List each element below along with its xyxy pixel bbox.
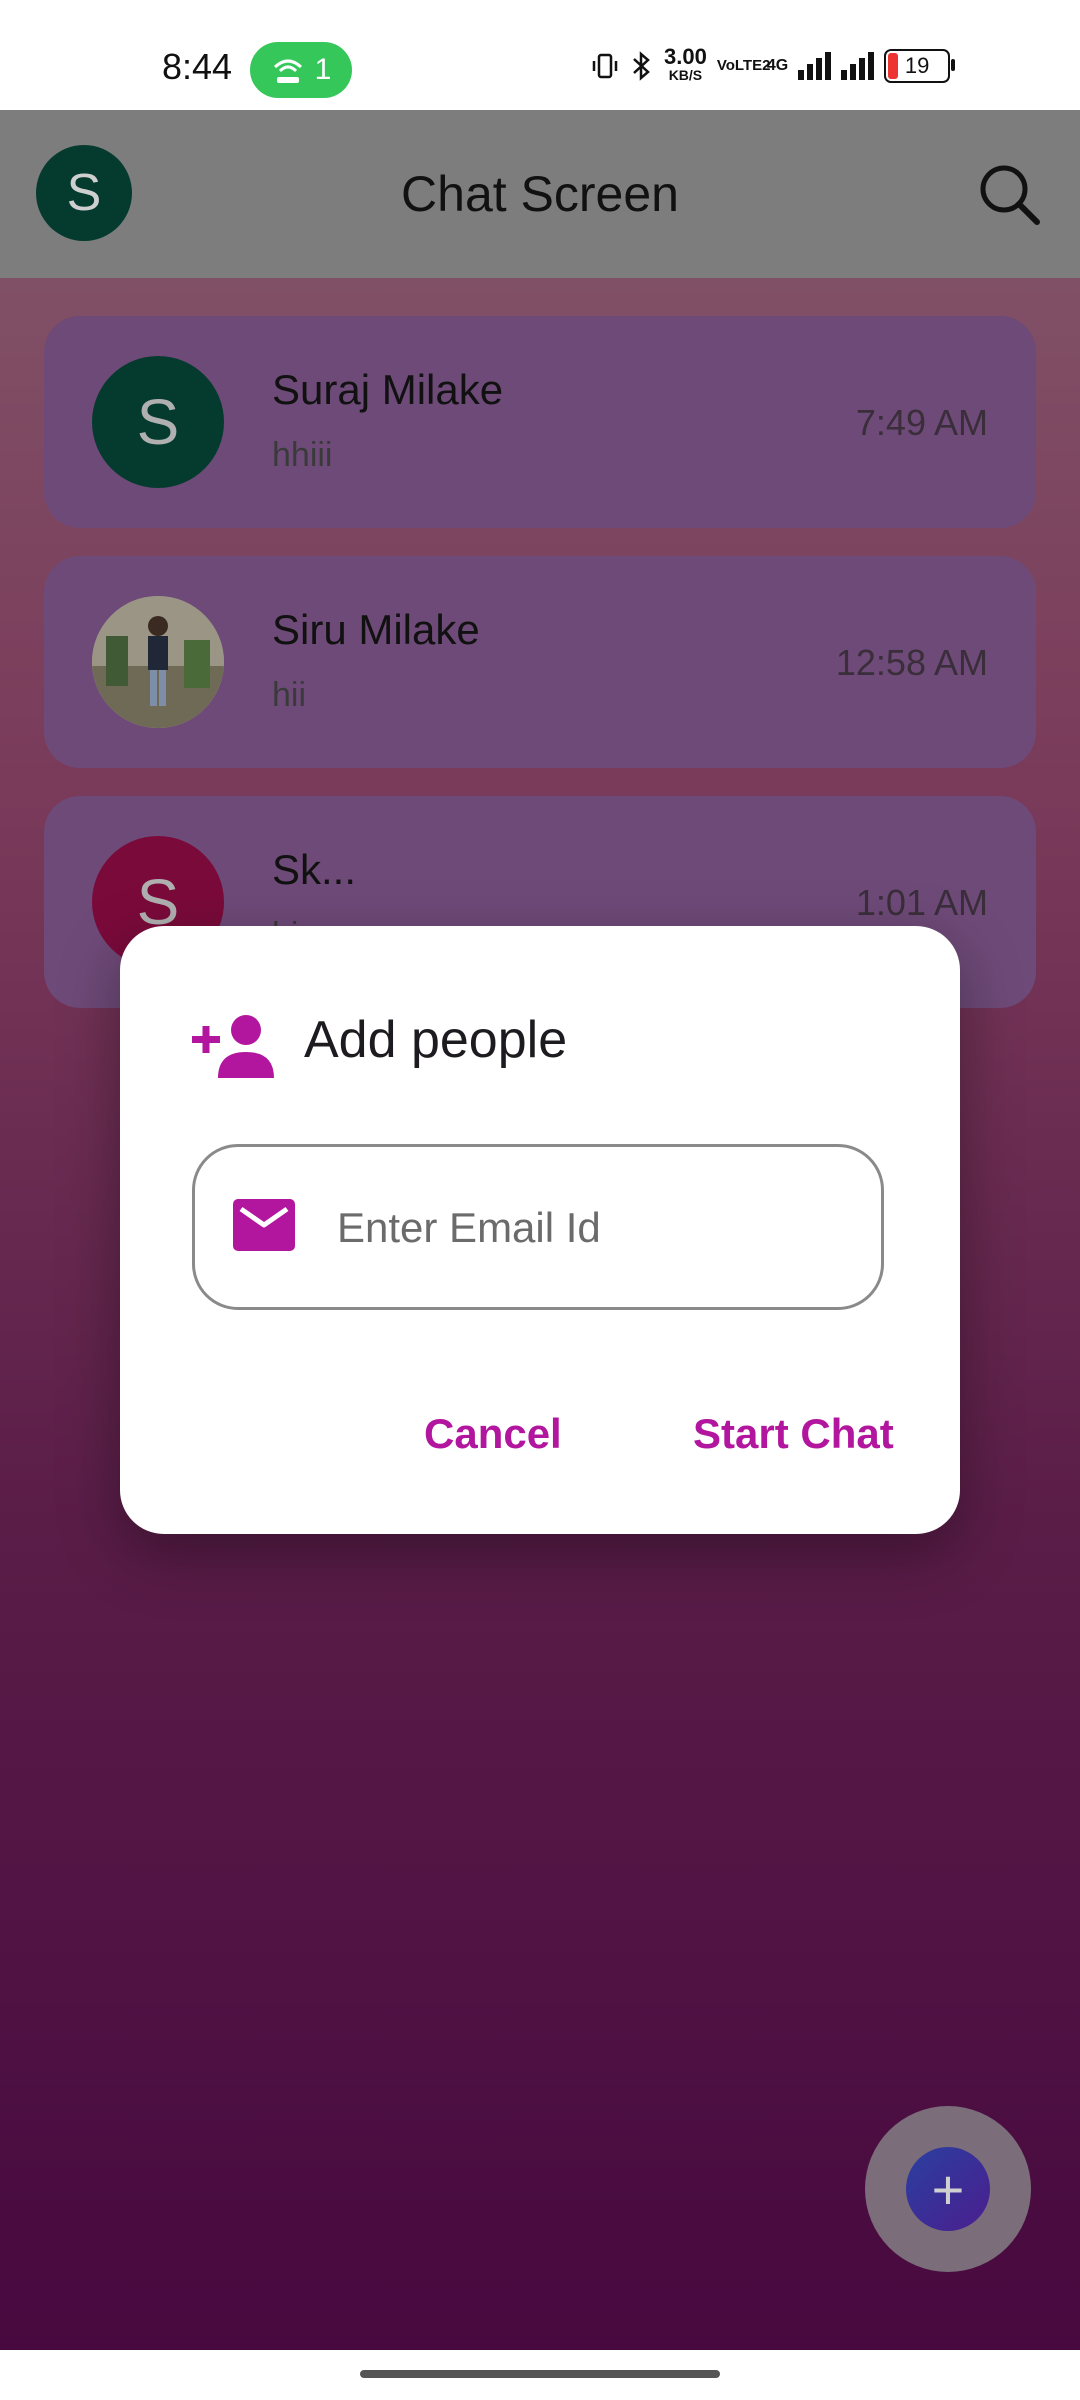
hotspot-count: 1 xyxy=(314,53,332,86)
chat-name: Sk... xyxy=(272,846,357,893)
hotspot-indicator: 1 xyxy=(250,42,352,98)
email-input[interactable] xyxy=(335,1187,859,1269)
net-speed-unit: KB/S xyxy=(668,67,703,83)
vibrate-icon xyxy=(592,53,618,79)
avatar: S xyxy=(92,356,224,488)
search-icon[interactable] xyxy=(975,160,1045,230)
chat-last-message: hii xyxy=(272,676,307,714)
cancel-button[interactable]: Cancel xyxy=(424,1410,562,1458)
volte-indicator: VoLTE2 xyxy=(716,57,771,74)
net-speed: 3.00 xyxy=(664,44,707,69)
add-people-dialog: Add people Cancel Start Chat xyxy=(120,926,960,1534)
chat-name: Suraj Milake xyxy=(272,366,504,413)
battery-level: 19 xyxy=(904,53,930,78)
chat-time: 1:01 AM xyxy=(855,882,988,923)
chat-last-message: hhiii xyxy=(272,436,333,474)
signal-icon-2 xyxy=(841,52,875,80)
plus-icon[interactable]: + xyxy=(906,2147,990,2231)
status-time: 8:44 xyxy=(162,46,233,87)
dialog-title: Add people xyxy=(304,1011,568,1069)
chat-list-item[interactable]: S Suraj Milake hhiii 7:49 AM xyxy=(44,316,1036,528)
mail-icon xyxy=(233,1199,295,1251)
person-add-icon xyxy=(192,1015,274,1078)
signal-icon-1 xyxy=(798,52,832,80)
chat-time: 7:49 AM xyxy=(855,402,988,443)
status-icons: 3.00 KB/S VoLTE2 4G 19 xyxy=(590,44,956,84)
email-field[interactable] xyxy=(192,1144,884,1310)
battery-icon: 19 xyxy=(884,49,956,83)
person-photo-icon xyxy=(92,596,224,728)
chat-time: 12:58 AM xyxy=(835,642,988,683)
hotspot-icon xyxy=(273,59,302,83)
page-title: Chat Screen xyxy=(401,166,679,222)
gesture-handle[interactable] xyxy=(360,2370,720,2378)
bluetooth-icon xyxy=(633,51,650,81)
chat-name: Siru Milake xyxy=(272,606,480,653)
chat-list-item[interactable]: Siru Milake hii 12:58 AM xyxy=(44,556,1036,768)
avatar-photo xyxy=(92,596,224,728)
start-chat-button[interactable]: Start Chat xyxy=(693,1410,894,1458)
network-type: 4G xyxy=(766,57,789,74)
